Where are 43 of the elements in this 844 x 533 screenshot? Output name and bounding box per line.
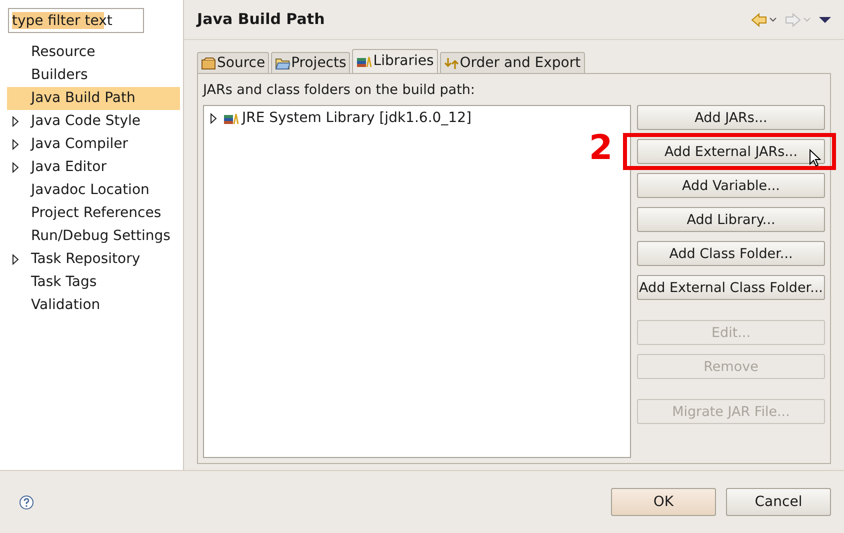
action-button[interactable]: Add JARs... xyxy=(637,105,825,130)
arrows-icon xyxy=(444,56,459,70)
mouse-pointer-icon xyxy=(809,149,821,168)
books-icon xyxy=(223,112,239,125)
nav-item[interactable]: Java Compiler xyxy=(7,133,180,156)
back-arrow-icon[interactable] xyxy=(751,12,777,26)
nav-item[interactable]: Task Tags xyxy=(7,271,180,294)
page-title: Java Build Path xyxy=(197,9,325,30)
nav-item[interactable]: Validation xyxy=(7,294,180,317)
tab[interactable]: Source xyxy=(197,52,270,73)
expand-arrow-icon[interactable] xyxy=(12,116,19,127)
nav-item[interactable]: Java Code Style xyxy=(7,110,180,133)
nav-item[interactable]: Javadoc Location xyxy=(7,179,180,202)
tab[interactable]: Libraries xyxy=(352,49,438,73)
dialog-button[interactable]: Cancel xyxy=(726,488,831,516)
filter-field[interactable]: type filter text xyxy=(8,8,144,33)
tab[interactable]: Projects xyxy=(271,52,350,73)
action-button[interactable]: Add Variable... xyxy=(637,173,825,198)
tab[interactable]: Order and Export xyxy=(440,52,585,73)
package-icon xyxy=(201,56,216,70)
books-icon xyxy=(356,55,372,68)
step-number: 2 xyxy=(589,131,613,166)
nav-item[interactable]: Builders xyxy=(7,64,180,87)
nav-item[interactable]: Java Build Path xyxy=(7,87,180,110)
expand-arrow-icon[interactable] xyxy=(12,139,19,150)
list-label: JARs and class folders on the build path: xyxy=(203,81,476,100)
nav-item[interactable]: Java Editor xyxy=(7,156,180,179)
action-button[interactable]: Add Library... xyxy=(637,207,825,232)
action-button[interactable]: Add External Class Folder... xyxy=(637,275,825,300)
nav-item[interactable]: Run/Debug Settings xyxy=(7,225,180,248)
tree-item[interactable]: JRE System Library [jdk1.6.0_12] xyxy=(242,108,472,129)
menu-icon[interactable] xyxy=(819,16,831,24)
nav-item[interactable]: Project References xyxy=(7,202,180,225)
help-icon[interactable] xyxy=(19,494,34,510)
action-button[interactable]: Add Class Folder... xyxy=(637,241,825,266)
expand-arrow-icon[interactable] xyxy=(12,254,19,265)
expand-arrow-icon[interactable] xyxy=(12,162,19,173)
expand-arrow-icon[interactable] xyxy=(210,112,217,124)
dialog-button[interactable]: OK xyxy=(611,488,716,516)
nav-item[interactable]: Task Repository xyxy=(7,248,180,271)
folder-icon xyxy=(275,56,290,70)
action-button[interactable]: Add External JARs... xyxy=(637,139,825,164)
nav-item[interactable]: Resource xyxy=(7,41,180,64)
